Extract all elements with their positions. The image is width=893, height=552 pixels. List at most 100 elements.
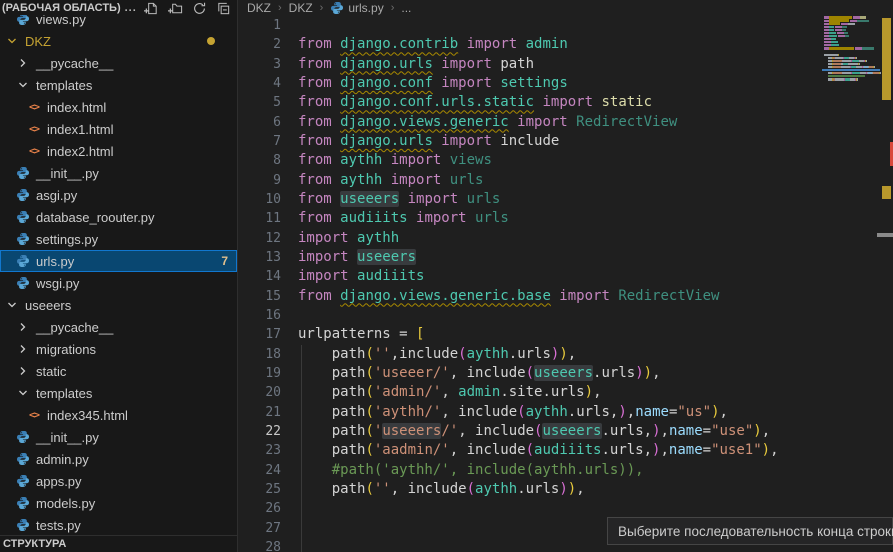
code-text: urlpatterns = [ [298,325,424,344]
code-line-10[interactable]: 10from useeers import urls [239,190,893,209]
tree-item--pycache-[interactable]: __pycache__ [0,52,237,74]
tree-item-models-py[interactable]: models.py [0,492,237,514]
minimap-line [857,78,858,80]
collapse-all-icon[interactable] [216,1,231,16]
code-area[interactable]: 12from django.contrib import admin3from … [239,16,893,552]
tree-item-tests-py[interactable]: tests.py [0,514,237,536]
tooltip-text: Выберите последовательность конца строки [618,524,893,539]
tree-item--init-py[interactable]: __init__.py [0,162,237,184]
more-actions-button[interactable]: ... [125,2,137,14]
breadcrumb-item[interactable]: ... [401,1,411,15]
minimap-line [829,29,834,31]
code-line-21[interactable]: 21 path('aythh/', include(aythh.urls,),n… [239,403,893,422]
code-line-20[interactable]: 20 path('admin/', admin.site.urls), [239,383,893,402]
code-line-11[interactable]: 11from audiiits import urls [239,209,893,228]
code-line-2[interactable]: 2from django.contrib import admin [239,35,893,54]
code-line-18[interactable]: 18 path('',include(aythh.urls)), [239,345,893,364]
tree-item-migrations[interactable]: migrations [0,338,237,360]
code-text: path('useeers/', include(useeers.urls,),… [298,422,770,441]
tree-item-label: static [36,364,66,379]
tree-item-useeers[interactable]: useeers [0,294,237,316]
minimap-line [838,35,845,37]
code-line-16[interactable]: 16 [239,306,893,325]
tree-item-index-html[interactable]: <>index.html [0,96,237,118]
code-line-7[interactable]: 7from django.urls import include [239,132,893,151]
code-line-3[interactable]: 3from django.urls import path [239,55,893,74]
breadcrumb-separator: › [320,2,324,14]
minimap-line [848,23,855,25]
tree-item-dkz[interactable]: DKZ [0,30,237,52]
minimap-line [829,47,854,50]
minimap-line [848,63,858,65]
code-line-5[interactable]: 5from django.conf.urls.static import sta… [239,93,893,112]
tree-item-settings-py[interactable]: settings.py [0,228,237,250]
line-number: 24 [239,461,281,480]
code-line-8[interactable]: 8from aythh import views [239,151,893,170]
explorer-section-header[interactable]: (РАБОЧАЯ ОБЛАСТЬ) ... [0,0,237,15]
tree-item-label: migrations [36,342,96,357]
code-line-26[interactable]: 26 [239,499,893,518]
code-text: from django.conf import settings [298,74,568,93]
tree-item-label: __init__.py [36,166,99,181]
tree-item-apps-py[interactable]: apps.py [0,470,237,492]
minimap-line [842,72,851,74]
tree-item-admin-py[interactable]: admin.py [0,448,237,470]
tree-item-templates[interactable]: templates [0,382,237,404]
code-line-9[interactable]: 9from aythh import urls [239,171,893,190]
code-line-24[interactable]: 24 #path('aythh/', include(aythh.urls)), [239,461,893,480]
breadcrumb-item[interactable]: urls.py [330,1,383,15]
html-icon: <> [26,410,42,421]
outline-section-label: СТРУКТУРА [3,538,66,550]
code-line-1[interactable]: 1 [239,16,893,35]
tree-item-database-roouter-py[interactable]: database_roouter.py [0,206,237,228]
breadcrumb-label: DKZ [289,1,313,15]
new-file-icon[interactable] [144,1,159,16]
tree-item-static[interactable]: static [0,360,237,382]
code-line-6[interactable]: 6from django.views.generic import Redire… [239,113,893,132]
minimap-line [833,72,842,74]
py-icon [15,430,31,444]
breadcrumb-item[interactable]: DKZ [289,1,313,15]
tree-item--pycache-[interactable]: __pycache__ [0,316,237,338]
code-text: from django.views.generic.base import Re… [298,287,719,306]
outline-section-header[interactable]: СТРУКТУРА [0,535,237,552]
breadcrumb-item[interactable]: DKZ [247,1,271,15]
tree-item-asgi-py[interactable]: asgi.py [0,184,237,206]
tree-item-urls-py[interactable]: urls.py7 [0,250,237,272]
tree-item--init-py[interactable]: __init__.py [0,426,237,448]
code-line-23[interactable]: 23 path('aadmin/', include(audiiits.urls… [239,441,893,460]
py-icon [15,166,31,180]
refresh-icon[interactable] [192,1,207,16]
tree-item-label: index.html [47,100,106,115]
overview-ruler-scrollbar[interactable] [880,0,893,552]
tree-item-index1-html[interactable]: <>index1.html [0,118,237,140]
code-line-19[interactable]: 19 path('useeer/', include(useeers.urls)… [239,364,893,383]
code-line-14[interactable]: 14import audiiits [239,267,893,286]
code-line-12[interactable]: 12import aythh [239,229,893,248]
breadcrumb-separator: › [278,2,282,14]
breadcrumb-label: urls.py [348,1,383,15]
minimap-line [852,72,860,74]
code-line-17[interactable]: 17urlpatterns = [ [239,325,893,344]
modified-dot-badge [207,37,215,45]
tree-item-templates[interactable]: templates [0,74,237,96]
new-folder-icon[interactable] [168,1,183,16]
code-editor[interactable]: DKZ›DKZ›urls.py›... 12from django.contri… [239,0,893,552]
code-text: from audiiits import urls [298,209,509,228]
explorer-toolbar [144,1,231,16]
tree-item-wsgi-py[interactable]: wsgi.py [0,272,237,294]
line-number: 4 [239,74,281,93]
py-icon [15,276,31,290]
chevron-down-icon [4,36,20,46]
code-text: #path('aythh/', include(aythh.urls)), [298,461,644,480]
tree-item-index2-html[interactable]: <>index2.html [0,140,237,162]
code-line-25[interactable]: 25 path('', include(aythh.urls)), [239,480,893,499]
minimap-current-line [822,69,880,71]
tree-item-index345-html[interactable]: <>index345.html [0,404,237,426]
code-line-22[interactable]: 22 path('useeers/', include(useeers.urls… [239,422,893,441]
code-line-13[interactable]: 13import useeers [239,248,893,267]
code-line-15[interactable]: 15from django.views.generic.base import … [239,287,893,306]
code-line-4[interactable]: 4 from django.conf import settings [239,74,893,93]
line-number: 23 [239,441,281,460]
minimap[interactable] [822,2,880,112]
